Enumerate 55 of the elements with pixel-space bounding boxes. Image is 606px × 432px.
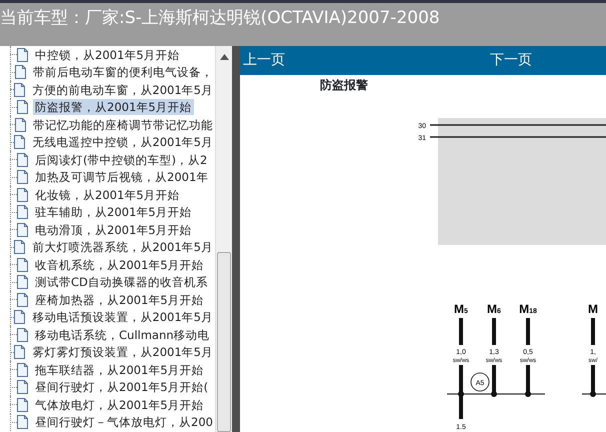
- junction-dot: [590, 391, 596, 397]
- document-icon: [17, 170, 28, 184]
- document-icon: [17, 222, 28, 237]
- document-icon: [17, 362, 28, 377]
- tree-item[interactable]: 带记忆功能的座椅调节带记忆功能: [31, 116, 215, 133]
- document-icon: [17, 398, 28, 412]
- document-icon: [14, 135, 26, 150]
- junction-dot: [525, 391, 531, 397]
- tree-item[interactable]: 防盗报警，从2001年5月开始: [33, 99, 194, 116]
- document-icon: [17, 100, 28, 114]
- document-icon: [17, 205, 28, 220]
- document-icon: [17, 292, 28, 307]
- tree-item[interactable]: 后阅读灯(带中控锁的车型)，从2: [33, 152, 210, 168]
- document-icon: [17, 258, 28, 272]
- document-icon: [15, 65, 26, 80]
- document-icon: [14, 82, 26, 97]
- tree-item[interactable]: 中控锁，从2001年5月开始: [33, 46, 182, 63]
- document-icon: [17, 152, 28, 167]
- junction-dot: [491, 391, 497, 397]
- scroll-thumb[interactable]: [217, 252, 231, 432]
- next-page-link[interactable]: 下一页: [490, 50, 532, 71]
- tree-item[interactable]: 方便的前电动车窗，从2001年5月: [30, 82, 215, 98]
- tree-item[interactable]: 无线电遥控中控锁，从2001年5月: [30, 134, 215, 150]
- document-icon: [14, 310, 26, 324]
- tree-item[interactable]: 化妆镜，从2001年5月开始: [33, 186, 182, 203]
- tree-item[interactable]: 移动电话系统，Cullmann移动电: [33, 326, 212, 343]
- tree-item[interactable]: 移动电话预设装置，从2001年5月: [30, 309, 215, 326]
- document-icon: [17, 380, 28, 394]
- scrollbar[interactable]: [215, 46, 232, 432]
- previous-page-link[interactable]: 上一页: [243, 50, 490, 71]
- document-icon: [17, 415, 28, 430]
- tree-item[interactable]: 雾灯雾灯预设装置，从2001年5月: [30, 344, 215, 360]
- connector-label: M: [588, 302, 598, 316]
- tree-item[interactable]: 昼间行驶灯，从2001年5月开始(: [33, 379, 210, 396]
- document-icon: [14, 345, 26, 360]
- tree-item[interactable]: 带前后电动车窗的便利电气设备，: [31, 64, 215, 80]
- tree-item[interactable]: 昼间行驶灯－气体放电灯，从200: [33, 414, 215, 430]
- document-icon: [17, 328, 28, 342]
- tree-item[interactable]: 测试带CD自动换碟器的收音机系: [33, 274, 210, 290]
- document-icon: [17, 188, 28, 202]
- tree-item[interactable]: 驻车辅助，从2001年5月开始: [33, 204, 194, 220]
- tree-item[interactable]: 加热及可调节后视镜，从2001年: [33, 169, 210, 186]
- document-icon: [17, 48, 28, 62]
- document-icon: [17, 275, 28, 290]
- tree-item[interactable]: 座椅加热器，从2001年5月开始: [33, 292, 206, 308]
- tree-item[interactable]: 拖车联结器，从2001年5月开始: [33, 362, 206, 378]
- tree-item[interactable]: 电动滑顶，从2001年5月开始: [33, 222, 194, 238]
- tree-item[interactable]: 气体放电灯，从2001年5月开始: [33, 396, 206, 413]
- tree-item[interactable]: 收音机系统，从2001年5月开始: [33, 256, 206, 273]
- document-icon: [14, 240, 26, 254]
- document-icon: [15, 118, 26, 132]
- document-heading: 防盗报警: [319, 77, 369, 94]
- tree-item[interactable]: 前大灯喷洗器系统，从2001年5月: [30, 239, 215, 256]
- junction-dot: [458, 391, 464, 397]
- scroll-up-icon[interactable]: [220, 54, 229, 60]
